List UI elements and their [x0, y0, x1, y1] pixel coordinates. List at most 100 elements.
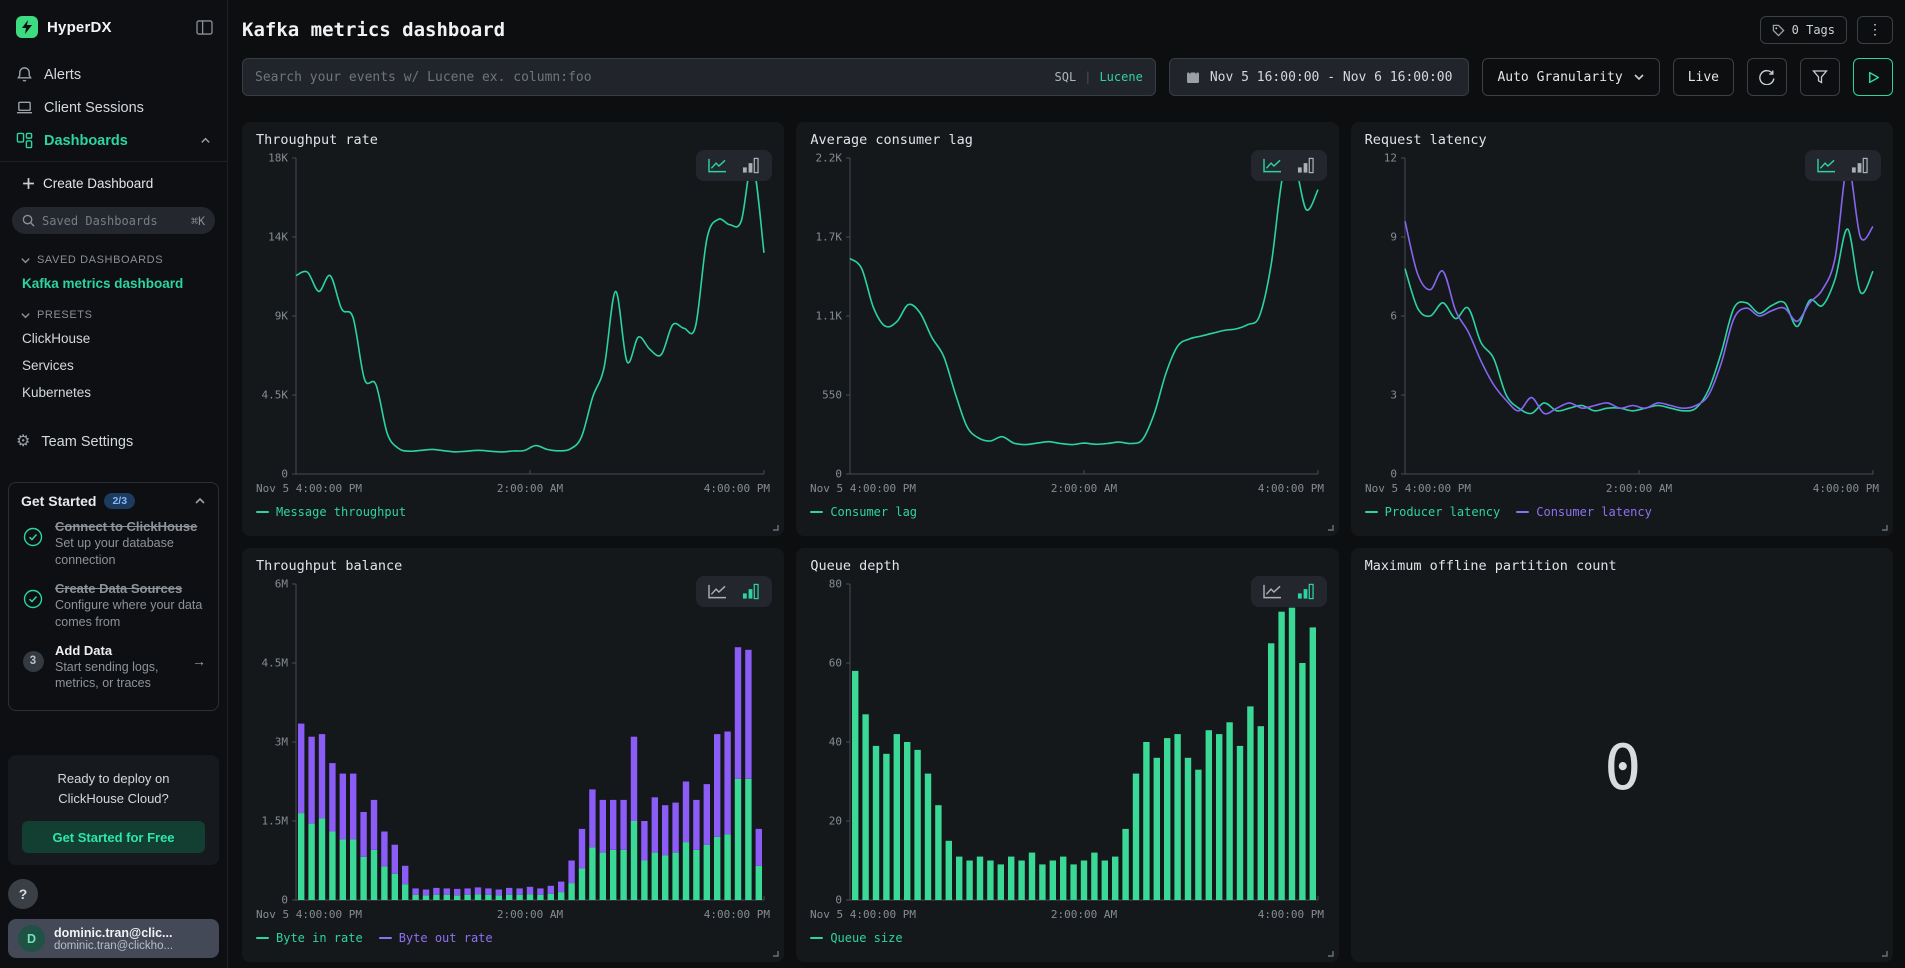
- chart-canvas[interactable]: 18K14K9K4.5K0Nov 5 4:00:00 PM2:00:00 AM4…: [256, 150, 772, 498]
- svg-text:2:00:00 AM: 2:00:00 AM: [497, 908, 564, 921]
- get-started-step-3[interactable]: 3 Add Data Start sending logs, metrics, …: [21, 643, 206, 693]
- user-name: dominic.tran@clic...: [54, 926, 173, 940]
- resize-handle-icon[interactable]: [771, 949, 779, 957]
- sidebar: HyperDX Alerts Client Sessions Dashboard…: [0, 0, 228, 968]
- svg-text:4:00:00 PM: 4:00:00 PM: [1258, 908, 1325, 921]
- line-chart-icon[interactable]: [707, 583, 728, 600]
- resize-handle-icon[interactable]: [771, 523, 779, 531]
- svg-text:9K: 9K: [275, 310, 289, 323]
- presets-section-header[interactable]: PRESETS: [0, 297, 227, 325]
- user-menu[interactable]: D dominic.tran@clic... dominic.tran@clic…: [8, 919, 219, 958]
- get-started-step-1[interactable]: Connect to ClickHouse Set up your databa…: [21, 519, 206, 569]
- chart-type-toggle[interactable]: [1805, 150, 1881, 181]
- sidebar-item-services[interactable]: Services: [0, 352, 227, 379]
- saved-dashboards-section-header[interactable]: SAVED DASHBOARDS: [0, 242, 227, 270]
- svg-text:4:00:00 PM: 4:00:00 PM: [704, 908, 771, 921]
- svg-text:4:00:00 PM: 4:00:00 PM: [1812, 482, 1879, 495]
- chart-canvas[interactable]: 6M4.5M3M1.5M0Nov 5 4:00:00 PM2:00:00 AM4…: [256, 576, 772, 924]
- live-button[interactable]: Live: [1673, 58, 1734, 96]
- sidebar-item-kubernetes[interactable]: Kubernetes: [0, 379, 227, 406]
- shortcut-hint: ⌘K: [191, 214, 205, 228]
- bar-chart-icon[interactable]: [740, 583, 761, 600]
- bar-chart-icon[interactable]: [1849, 157, 1870, 174]
- svg-text:6: 6: [1390, 310, 1397, 323]
- sidebar-collapse-icon[interactable]: [196, 20, 213, 35]
- bar-chart-icon[interactable]: [1295, 583, 1316, 600]
- svg-text:550: 550: [822, 389, 842, 402]
- legend-item: Byte out rate: [379, 931, 493, 945]
- sidebar-item-kafka-dashboard[interactable]: Kafka metrics dashboard: [0, 270, 227, 297]
- chart-canvas[interactable]: 806040200Nov 5 4:00:00 PM2:00:00 AM4:00:…: [810, 576, 1326, 924]
- chart-panel-queue-depth: Queue depth 806040200Nov 5 4:00:00 PM2:0…: [796, 548, 1338, 962]
- sql-toggle[interactable]: SQL: [1055, 70, 1077, 84]
- sidebar-item-clickhouse[interactable]: ClickHouse: [0, 325, 227, 352]
- filter-button[interactable]: [1800, 58, 1840, 96]
- create-dashboard-button[interactable]: Create Dashboard: [0, 162, 227, 199]
- sidebar-item-dashboards[interactable]: Dashboards: [0, 124, 227, 157]
- chevron-down-icon: [20, 310, 31, 321]
- chart-canvas[interactable]: 2.2K1.7K1.1K5500Nov 5 4:00:00 PM2:00:00 …: [810, 150, 1326, 498]
- svg-text:2:00:00 AM: 2:00:00 AM: [1051, 908, 1118, 921]
- saved-dashboards-search-input[interactable]: [42, 214, 184, 228]
- refresh-button[interactable]: [1747, 58, 1787, 96]
- chart-title: Queue depth: [810, 558, 1326, 574]
- gear-icon: ⚙: [16, 434, 30, 450]
- chart-type-toggle[interactable]: [696, 576, 772, 607]
- resize-handle-icon[interactable]: [1880, 949, 1888, 957]
- bar-chart-icon[interactable]: [1295, 157, 1316, 174]
- svg-text:Nov 5 4:00:00 PM: Nov 5 4:00:00 PM: [1365, 482, 1471, 495]
- run-query-button[interactable]: [1853, 58, 1893, 96]
- check-circle-icon: [21, 581, 45, 631]
- page-title: Kafka metrics dashboard: [242, 19, 505, 41]
- line-chart-icon[interactable]: [707, 157, 728, 174]
- line-chart-icon[interactable]: [1816, 157, 1837, 174]
- chart-legend: Queue size: [810, 924, 1326, 958]
- date-range-value: Nov 5 16:00:00 - Nov 6 16:00:00: [1210, 70, 1453, 85]
- svg-text:4.5M: 4.5M: [262, 657, 289, 670]
- get-started-header[interactable]: Get Started 2/3: [21, 493, 206, 509]
- bar-chart-icon[interactable]: [740, 157, 761, 174]
- resize-handle-icon[interactable]: [1880, 523, 1888, 531]
- help-button[interactable]: ?: [8, 879, 38, 909]
- chart-panel-throughput-rate: Throughput rate 18K14K9K4.5K0Nov 5 4:00:…: [242, 122, 784, 536]
- saved-dashboards-search[interactable]: ⌘K: [12, 207, 215, 234]
- get-started-step-2[interactable]: Create Data Sources Configure where your…: [21, 581, 206, 631]
- chart-type-toggle[interactable]: [696, 150, 772, 181]
- chart-title: Request latency: [1365, 132, 1881, 148]
- sidebar-item-client-sessions[interactable]: Client Sessions: [0, 91, 227, 124]
- line-chart-icon[interactable]: [1262, 157, 1283, 174]
- logo-row: HyperDX: [0, 12, 227, 48]
- chart-legend: Producer latency Consumer latency: [1365, 498, 1881, 532]
- granularity-select[interactable]: Auto Granularity: [1482, 58, 1659, 96]
- tags-button[interactable]: 0 Tags: [1760, 16, 1847, 44]
- legend-item: Byte in rate: [256, 931, 363, 945]
- chart-panel-throughput-balance: Throughput balance 6M4.5M3M1.5M0Nov 5 4:…: [242, 548, 784, 962]
- svg-text:2:00:00 AM: 2:00:00 AM: [1606, 482, 1673, 495]
- svg-text:Nov 5 4:00:00 PM: Nov 5 4:00:00 PM: [810, 908, 916, 921]
- chevron-down-icon: [1633, 71, 1645, 83]
- resize-handle-icon[interactable]: [1326, 523, 1334, 531]
- more-options-button[interactable]: ⋮: [1857, 16, 1893, 44]
- sidebar-item-team-settings[interactable]: ⚙ Team Settings: [0, 424, 227, 460]
- event-search-input[interactable]: [255, 70, 1045, 85]
- play-icon: [1867, 71, 1880, 84]
- get-started-free-button[interactable]: Get Started for Free: [22, 821, 205, 853]
- chart-type-toggle[interactable]: [1251, 576, 1327, 607]
- lucene-toggle[interactable]: Lucene: [1099, 70, 1142, 84]
- sidebar-item-alerts[interactable]: Alerts: [0, 58, 227, 91]
- nav-label: Alerts: [44, 67, 81, 83]
- legend-item: Consumer lag: [810, 505, 917, 519]
- chart-title: Maximum offline partition count: [1365, 558, 1881, 574]
- search-icon: [22, 214, 35, 227]
- line-chart-icon[interactable]: [1262, 583, 1283, 600]
- resize-handle-icon[interactable]: [1326, 949, 1334, 957]
- date-range-picker[interactable]: Nov 5 16:00:00 - Nov 6 16:00:00: [1169, 58, 1470, 96]
- svg-text:3: 3: [1390, 389, 1397, 402]
- hyperdx-logo-icon: [16, 16, 38, 38]
- charts-grid: Throughput rate 18K14K9K4.5K0Nov 5 4:00:…: [242, 122, 1893, 962]
- svg-text:1.5M: 1.5M: [262, 815, 289, 828]
- chart-type-toggle[interactable]: [1251, 150, 1327, 181]
- progress-badge: 2/3: [104, 493, 135, 509]
- chart-canvas[interactable]: 129630Nov 5 4:00:00 PM2:00:00 AM4:00:00 …: [1365, 150, 1881, 498]
- dashboard-header: Kafka metrics dashboard 0 Tags ⋮: [228, 0, 1905, 44]
